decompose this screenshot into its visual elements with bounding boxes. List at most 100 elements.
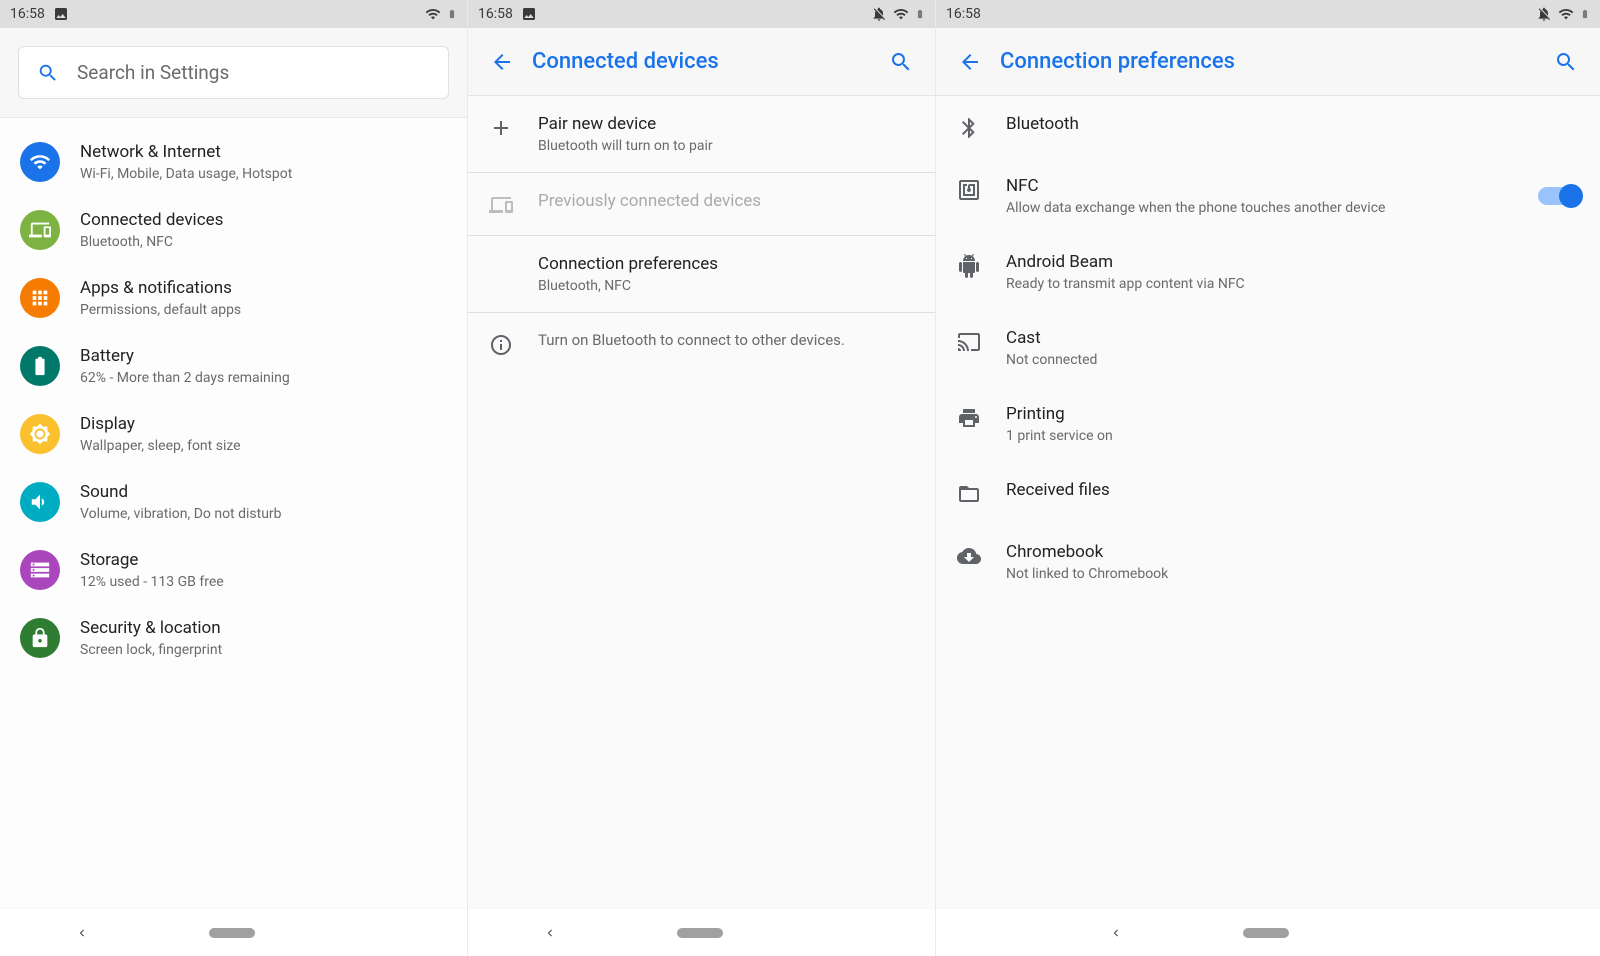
page-title: Connected devices (522, 49, 881, 74)
row-title: Bluetooth (1006, 114, 1580, 134)
nav-back-button[interactable] (75, 926, 89, 940)
dnd-icon (1536, 6, 1552, 22)
item-subtitle: 62% - More than 2 days remaining (80, 370, 290, 386)
row-subtitle: Ready to transmit app content via NFC (1006, 276, 1580, 292)
screen-connection-preferences: 16:58 Connection preferences Bluetooth (936, 0, 1600, 956)
item-title: Connected devices (80, 210, 223, 230)
row-title: Chromebook (1006, 542, 1580, 562)
item-subtitle: Wi-Fi, Mobile, Data usage, Hotspot (80, 166, 292, 182)
nav-back-button[interactable] (1109, 926, 1123, 940)
item-title: Security & location (80, 618, 222, 638)
cloud-download-icon (956, 544, 982, 568)
battery-icon (1580, 6, 1590, 22)
plus-icon (488, 116, 514, 140)
search-button[interactable] (1546, 42, 1586, 82)
chevron-left-icon (1109, 926, 1123, 940)
toggle-switch[interactable] (1538, 187, 1580, 205)
pref-item-print[interactable]: Printing 1 print service on (936, 386, 1600, 462)
settings-list: Network & Internet Wi-Fi, Mobile, Data u… (0, 118, 467, 908)
row-title: Connection preferences (538, 254, 915, 274)
status-bar: 16:58 (0, 0, 467, 28)
content: Pair new device Bluetooth will turn on t… (468, 96, 935, 908)
pref-item-cast[interactable]: Cast Not connected (936, 310, 1600, 386)
battery-icon (20, 346, 60, 386)
row-title: Received files (1006, 480, 1580, 500)
hint-text: Turn on Bluetooth to connect to other de… (538, 331, 915, 349)
row-title: Cast (1006, 328, 1580, 348)
screenshot-icon (53, 6, 69, 22)
nav-bar (468, 908, 935, 956)
row-subtitle: Not linked to Chromebook (1006, 566, 1580, 582)
search-icon (889, 50, 913, 74)
row-title: NFC (1006, 176, 1514, 196)
nav-bar (936, 908, 1600, 956)
row-title: Android Beam (1006, 252, 1580, 272)
item-subtitle: 12% used - 113 GB free (80, 574, 224, 590)
row-title: Printing (1006, 404, 1580, 424)
dnd-icon (871, 6, 887, 22)
chevron-left-icon (75, 926, 89, 940)
pref-item-folder[interactable]: Received files (936, 462, 1600, 524)
settings-item-apps[interactable]: Apps & notifications Permissions, defaul… (0, 264, 467, 332)
item-subtitle: Volume, vibration, Do not disturb (80, 506, 282, 522)
devices-icon (20, 210, 60, 250)
row-subtitle: Not connected (1006, 352, 1580, 368)
sound-icon (20, 482, 60, 522)
item-title: Storage (80, 550, 224, 570)
item-title: Display (80, 414, 241, 434)
pref-item-android[interactable]: Android Beam Ready to transmit app conten… (936, 234, 1600, 310)
battery-icon (447, 6, 457, 22)
settings-item-storage[interactable]: Storage 12% used - 113 GB free (0, 536, 467, 604)
settings-item-brightness[interactable]: Display Wallpaper, sleep, font size (0, 400, 467, 468)
back-button[interactable] (950, 42, 990, 82)
nav-home-pill[interactable] (677, 928, 723, 938)
screenshot-icon (521, 6, 537, 22)
row-subtitle: Allow data exchange when the phone touch… (1006, 200, 1514, 216)
bluetooth-hint: Turn on Bluetooth to connect to other de… (468, 313, 935, 375)
item-title: Network & Internet (80, 142, 292, 162)
battery-icon (915, 6, 925, 22)
pref-item-cloud-download[interactable]: Chromebook Not linked to Chromebook (936, 524, 1600, 600)
settings-item-wifi[interactable]: Network & Internet Wi-Fi, Mobile, Data u… (0, 128, 467, 196)
back-button[interactable] (482, 42, 522, 82)
screen-connected-devices: 16:58 Connected devices (468, 0, 936, 956)
status-bar: 16:58 (468, 0, 935, 28)
nav-back-button[interactable] (543, 926, 557, 940)
item-subtitle: Screen lock, fingerprint (80, 642, 222, 658)
screen-settings: 16:58 Search in Settings Network & Inter… (0, 0, 468, 956)
bluetooth-icon (956, 116, 982, 140)
item-title: Apps & notifications (80, 278, 241, 298)
search-input[interactable]: Search in Settings (18, 46, 449, 99)
info-icon (488, 333, 514, 357)
settings-item-devices[interactable]: Connected devices Bluetooth, NFC (0, 196, 467, 264)
settings-item-sound[interactable]: Sound Volume, vibration, Do not disturb (0, 468, 467, 536)
connection-preferences[interactable]: Connection preferences Bluetooth, NFC (468, 236, 935, 313)
status-time: 16:58 (10, 6, 45, 22)
wifi-icon (893, 6, 909, 22)
row-subtitle: Bluetooth will turn on to pair (538, 138, 915, 154)
pair-new-device[interactable]: Pair new device Bluetooth will turn on t… (468, 96, 935, 173)
brightness-icon (20, 414, 60, 454)
item-subtitle: Bluetooth, NFC (80, 234, 223, 250)
item-title: Battery (80, 346, 290, 366)
search-button[interactable] (881, 42, 921, 82)
folder-icon (956, 482, 982, 506)
settings-item-lock[interactable]: Security & location Screen lock, fingerp… (0, 604, 467, 672)
item-subtitle: Permissions, default apps (80, 302, 241, 318)
settings-item-battery[interactable]: Battery 62% - More than 2 days remaining (0, 332, 467, 400)
wifi-icon (1558, 6, 1574, 22)
nav-home-pill[interactable] (1243, 928, 1289, 938)
nav-home-pill[interactable] (209, 928, 255, 938)
previously-connected: Previously connected devices (468, 173, 935, 236)
row-title: Previously connected devices (538, 191, 915, 211)
apps-icon (20, 278, 60, 318)
devices-icon (488, 193, 514, 217)
print-icon (956, 406, 982, 430)
cast-icon (956, 330, 982, 354)
nav-bar (0, 908, 467, 956)
row-subtitle: 1 print service on (1006, 428, 1580, 444)
pref-item-nfc[interactable]: NFC Allow data exchange when the phone to… (936, 158, 1600, 234)
wifi-icon (425, 6, 441, 22)
pref-item-bluetooth[interactable]: Bluetooth (936, 96, 1600, 158)
search-placeholder: Search in Settings (77, 61, 229, 84)
